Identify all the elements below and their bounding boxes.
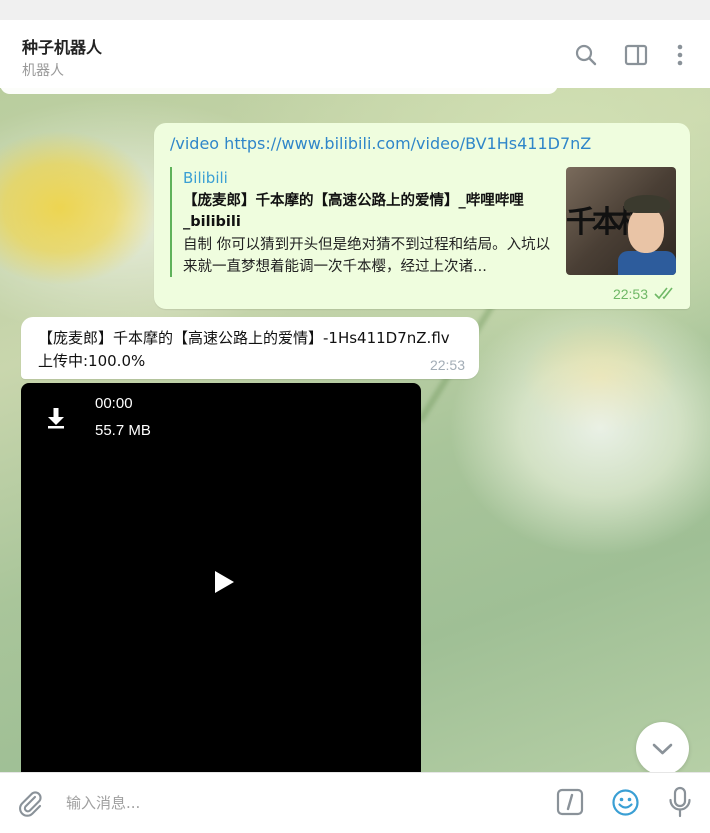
download-icon[interactable] [43,405,69,431]
message-time: 22:53 [429,357,465,373]
message-input[interactable] [66,787,526,819]
emoji-icon[interactable] [611,788,640,817]
sidebar-icon[interactable] [623,42,649,68]
incoming-message-bubble[interactable]: 【庞麦郎】千本摩的【高速公路上的爱情】-1Hs411D7nZ.flv 上传中:1… [21,317,479,379]
more-vertical-icon[interactable] [667,42,693,68]
scroll-to-bottom-button[interactable] [636,722,689,772]
microphone-icon[interactable] [666,786,694,818]
preview-title: 【庞麦郎】千本摩的【高速公路上的爱情】_哔哩哔哩_bilibili [183,193,524,230]
paperclip-icon[interactable] [16,789,44,817]
message-link-text[interactable]: /video https://www.bilibili.com/video/BV… [170,134,591,153]
chat-messages-area[interactable]: /video https://www.bilibili.com/video/BV… [0,88,710,772]
play-icon[interactable] [209,567,239,597]
video-message[interactable]: 00:00 55.7 MB [21,383,421,772]
chat-window: 种子机器人 机器人 /video https://www.bilibili.co… [0,20,710,833]
preview-thumbnail[interactable]: 千本桜 [566,167,676,275]
preview-site-name: Bilibili [183,169,228,187]
message-time: 22:53 [612,286,648,302]
chat-header: 种子机器人 机器人 [0,20,710,88]
chevron-down-icon [652,743,673,755]
previous-message-bubble [0,88,558,94]
double-check-icon [654,287,673,300]
upload-progress-text: 上传中:100.0% [38,352,146,370]
video-file-size: 55.7 MB [95,422,151,439]
preview-description: 自制 你可以猜到开头但是绝对猜不到过程和结局。入坑以来就一直梦想着能调一次千本樱… [183,237,551,275]
chat-subtitle: 机器人 [22,63,64,79]
file-name-text: 【庞麦郎】千本摩的【高速公路上的爱情】-1Hs411D7nZ.flv [38,329,450,347]
message-composer [0,772,710,833]
video-duration: 00:00 [95,395,133,412]
outgoing-message-bubble[interactable]: /video https://www.bilibili.com/video/BV… [154,123,690,309]
bot-commands-icon[interactable] [556,788,584,816]
chat-title[interactable]: 种子机器人 [22,34,102,58]
search-icon[interactable] [573,42,599,68]
link-preview[interactable]: Bilibili 【庞麦郎】千本摩的【高速公路上的爱情】_哔哩哔哩_bilibi… [170,167,676,277]
